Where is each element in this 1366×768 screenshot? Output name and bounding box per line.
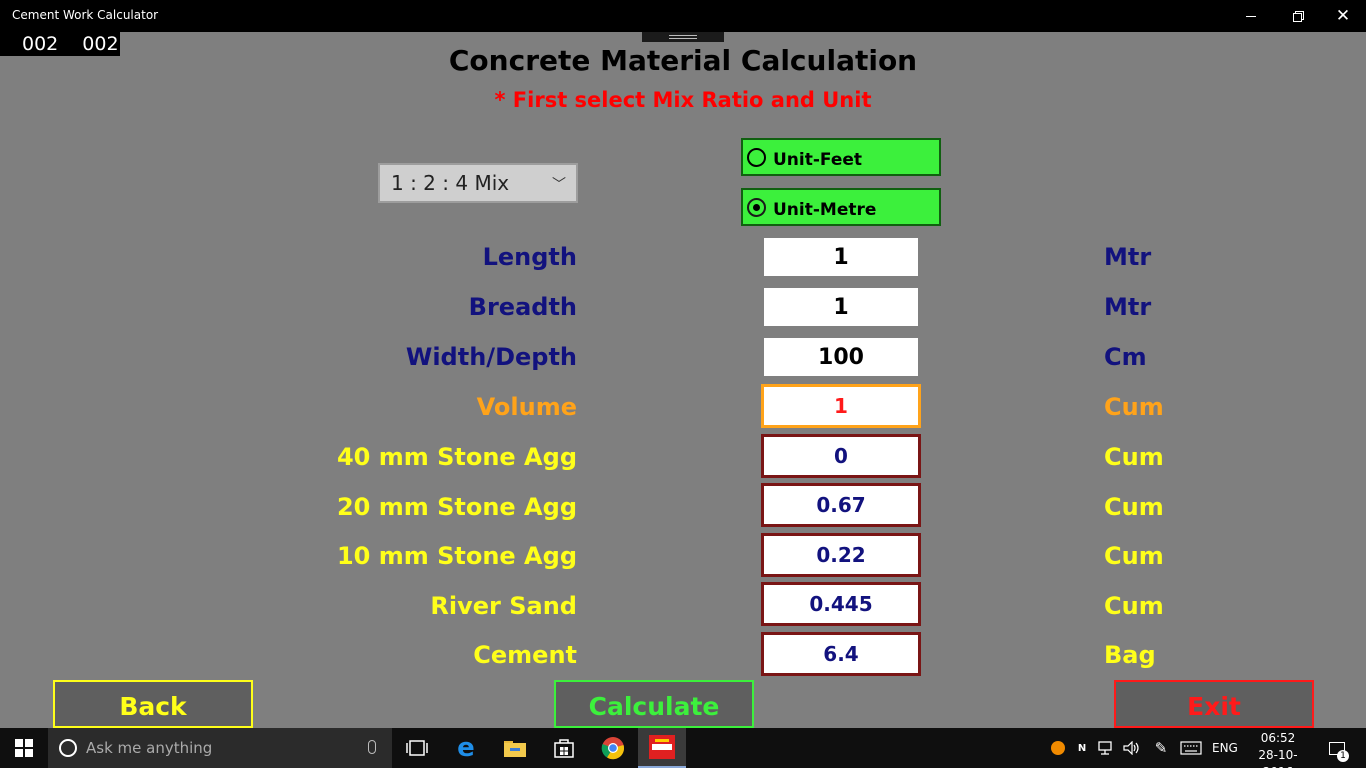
volume-output: 1 (761, 384, 921, 428)
breadth-input[interactable]: 1 (764, 288, 918, 326)
start-button[interactable] (0, 728, 48, 768)
store-button[interactable] (540, 728, 588, 768)
restore-button[interactable] (1274, 0, 1320, 32)
clock-date: 28-10-2016 (1258, 748, 1298, 768)
clock-time: 06:52 (1260, 731, 1296, 745)
search-placeholder: Ask me anything (86, 739, 213, 757)
drag-handle[interactable] (642, 32, 724, 42)
keyboard-icon (1180, 741, 1202, 755)
notification-count: 1 (1337, 750, 1349, 762)
tray-network-app-button[interactable]: N (1072, 728, 1092, 768)
task-view-button[interactable] (393, 728, 441, 768)
river-sand-unit: Cum (1104, 592, 1164, 620)
volume-button[interactable] (1121, 728, 1143, 768)
calculate-button[interactable]: Calculate (554, 680, 754, 728)
nx-tray-icon: N (1077, 742, 1087, 754)
volume-label: Volume (476, 393, 577, 421)
chevron-down-icon: ﹀ (552, 177, 566, 193)
file-explorer-button[interactable] (491, 728, 539, 768)
mix-ratio-dropdown[interactable]: 1 : 2 : 4 Mix ﹀ (378, 163, 578, 203)
task-view-icon (406, 740, 428, 756)
stone-40mm-label: 40 mm Stone Agg (336, 443, 577, 471)
store-icon (554, 739, 574, 758)
stone-10mm-unit: Cum (1104, 542, 1164, 570)
width-depth-label: Width/Depth (405, 343, 577, 371)
taskbar: Ask me anything e N ✎ ENG 06:52 28-10- 1 (0, 728, 1366, 768)
microphone-icon[interactable] (368, 740, 376, 754)
restore-icon (1292, 12, 1302, 22)
language-indicator[interactable]: ENG (1212, 728, 1238, 768)
stone-20mm-unit: Cum (1104, 493, 1164, 521)
window-title: Cement Work Calculator (12, 8, 159, 22)
stone-20mm-label: 20 mm Stone Agg (336, 493, 577, 521)
width-depth-input[interactable]: 100 (764, 338, 918, 376)
minimize-icon (1246, 15, 1256, 17)
river-sand-label: River Sand (430, 592, 577, 620)
exit-button[interactable]: Exit (1114, 680, 1314, 728)
chrome-button[interactable] (589, 728, 637, 768)
network-button[interactable] (1096, 728, 1118, 768)
length-unit: Mtr (1104, 243, 1152, 271)
stone-20mm-output: 0.67 (761, 483, 921, 527)
file-explorer-icon (504, 741, 526, 757)
page-title: Concrete Material Calculation (448, 44, 918, 77)
cement-label: Cement (473, 641, 577, 669)
cement-unit: Bag (1104, 641, 1156, 669)
close-icon: ✕ (1335, 6, 1351, 25)
radio-unchecked-icon (747, 147, 766, 167)
volume-unit: Cum (1104, 393, 1164, 421)
length-input[interactable]: 1 (764, 238, 918, 276)
windows-start-icon (15, 739, 33, 757)
cement-calculator-taskbar-button[interactable] (638, 728, 686, 768)
width-depth-unit: Cm (1104, 343, 1147, 371)
speaker-icon (1123, 741, 1139, 755)
title-bar: Cement Work Calculator ✕ (0, 0, 1366, 32)
vlc-tray-icon (1051, 741, 1065, 755)
close-button[interactable]: ✕ (1320, 0, 1366, 32)
clock[interactable]: 06:52 28-10-2016 (1244, 730, 1312, 768)
breadth-unit: Mtr (1104, 293, 1152, 321)
pen-icon: ✎ (1154, 740, 1168, 757)
page-instruction: * First select Mix Ratio and Unit (494, 88, 872, 112)
breadth-label: Breadth (468, 293, 577, 321)
cortana-icon (59, 739, 77, 757)
cement-calculator-icon (649, 735, 675, 759)
edge-icon: e (457, 733, 475, 763)
unit-feet-label: Unit-Feet (773, 150, 863, 170)
search-input[interactable]: Ask me anything (48, 728, 392, 768)
cement-output: 6.4 (761, 632, 921, 676)
pen-workspace-button[interactable]: ✎ (1150, 728, 1172, 768)
radio-checked-icon (747, 197, 766, 217)
river-sand-output: 0.445 (761, 582, 921, 626)
mix-ratio-value: 1 : 2 : 4 Mix (391, 171, 510, 195)
length-label: Length (482, 243, 577, 271)
network-icon (1098, 741, 1112, 755)
tray-app-button[interactable] (1048, 728, 1068, 768)
stone-10mm-label: 10 mm Stone Agg (336, 542, 577, 570)
chrome-icon (601, 737, 625, 760)
touch-keyboard-button[interactable] (1178, 728, 1204, 768)
back-button[interactable]: Back (53, 680, 253, 728)
action-center-button[interactable]: 1 (1322, 728, 1352, 768)
unit-metre-radio[interactable]: Unit-Metre (741, 188, 941, 226)
stone-40mm-output: 0 (761, 434, 921, 478)
unit-feet-radio[interactable]: Unit-Feet (741, 138, 941, 176)
unit-metre-label: Unit-Metre (773, 200, 877, 220)
stone-10mm-output: 0.22 (761, 533, 921, 577)
stone-40mm-unit: Cum (1104, 443, 1164, 471)
edge-button[interactable]: e (442, 728, 490, 768)
minimize-button[interactable] (1228, 0, 1274, 32)
